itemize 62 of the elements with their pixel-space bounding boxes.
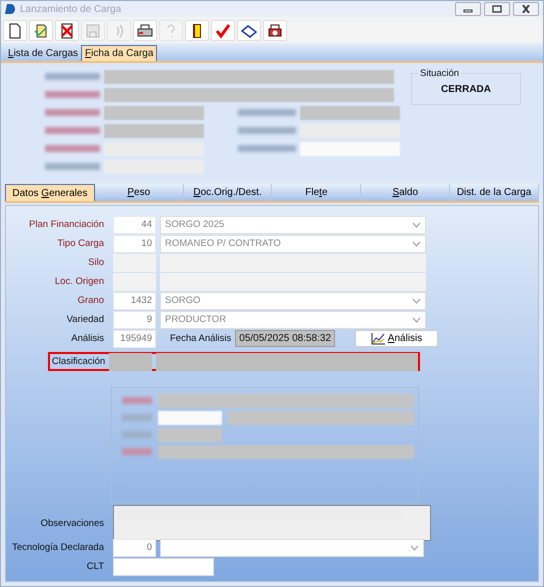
tab[interactable]: Saldo bbox=[361, 184, 450, 201]
blurred-field bbox=[113, 272, 156, 290]
classification-field[interactable] bbox=[156, 352, 418, 370]
blurred-label bbox=[45, 145, 100, 152]
blurred-field bbox=[113, 254, 156, 272]
blurred-label bbox=[45, 91, 100, 98]
field-label: Clasificación bbox=[50, 356, 106, 367]
new-document-icon bbox=[7, 22, 23, 38]
field-label: Plan Financiación bbox=[28, 219, 104, 230]
field-label: Silo bbox=[87, 257, 104, 268]
field-label: Grano bbox=[76, 295, 104, 306]
field-label: Análisis bbox=[70, 333, 104, 344]
tab[interactable]: Datos Generales bbox=[5, 184, 95, 201]
field-label: Loc. Origen bbox=[54, 276, 104, 287]
delete-icon bbox=[59, 22, 75, 38]
restore-button[interactable] bbox=[484, 2, 510, 16]
toolbar-button[interactable] bbox=[185, 20, 209, 41]
analysis-number-field[interactable]: 195949 bbox=[113, 330, 156, 348]
toolbar-button[interactable] bbox=[133, 20, 157, 41]
blurred-label bbox=[238, 145, 296, 152]
restore-icon bbox=[492, 5, 502, 13]
printer-icon bbox=[137, 22, 153, 38]
checkmark-icon bbox=[215, 22, 231, 38]
toolbar-button[interactable] bbox=[263, 20, 287, 41]
close-button[interactable] bbox=[513, 2, 539, 16]
toolbar-button[interactable] bbox=[3, 20, 27, 41]
save-icon bbox=[85, 22, 101, 38]
edit-document-icon bbox=[33, 22, 49, 38]
blurred-label bbox=[238, 109, 296, 116]
blurred-label bbox=[45, 73, 100, 80]
blurred-label bbox=[45, 109, 100, 116]
toolbar-button[interactable] bbox=[237, 20, 261, 41]
chart-icon bbox=[370, 332, 385, 344]
date-field[interactable]: 05/05/2025 08:58:32 bbox=[235, 330, 336, 347]
field-label: Tipo Carga bbox=[56, 238, 104, 249]
tab[interactable]: Ficha da Carga bbox=[81, 45, 158, 61]
blurred-label bbox=[238, 127, 296, 134]
minimize-button[interactable] bbox=[455, 2, 481, 16]
tab[interactable]: Lista de Cargas bbox=[5, 46, 82, 61]
blurred-label bbox=[45, 163, 100, 170]
tab[interactable]: Peso bbox=[94, 184, 184, 201]
app-logo-icon bbox=[5, 3, 15, 15]
status-value: CERRADA bbox=[441, 84, 491, 94]
tab[interactable]: Doc.Orig./Dest. bbox=[184, 184, 272, 201]
classification-code-field[interactable] bbox=[109, 352, 152, 370]
blurred-label bbox=[45, 127, 100, 134]
tab[interactable]: Flete bbox=[272, 184, 362, 201]
observations-field[interactable] bbox=[113, 505, 431, 541]
code-field[interactable]: 0 bbox=[113, 538, 156, 556]
clt-field[interactable] bbox=[113, 558, 214, 576]
field-label: Observaciones bbox=[40, 518, 104, 528]
close-icon bbox=[521, 5, 531, 13]
toolbar-button[interactable] bbox=[55, 20, 79, 41]
field-label: Fecha Análisis bbox=[170, 333, 232, 344]
toolbar-button[interactable] bbox=[29, 20, 53, 41]
field-label: CLT bbox=[86, 561, 104, 572]
window-title: Lanzamiento de Carga bbox=[20, 4, 122, 14]
tab[interactable]: Dist. de la Carga bbox=[450, 184, 539, 201]
field-label: Tecnología Declarada bbox=[11, 542, 104, 553]
analysis-button[interactable]: Análisis bbox=[355, 330, 438, 347]
field-label: Variedad bbox=[66, 314, 104, 325]
status-label: Situación bbox=[418, 68, 462, 79]
